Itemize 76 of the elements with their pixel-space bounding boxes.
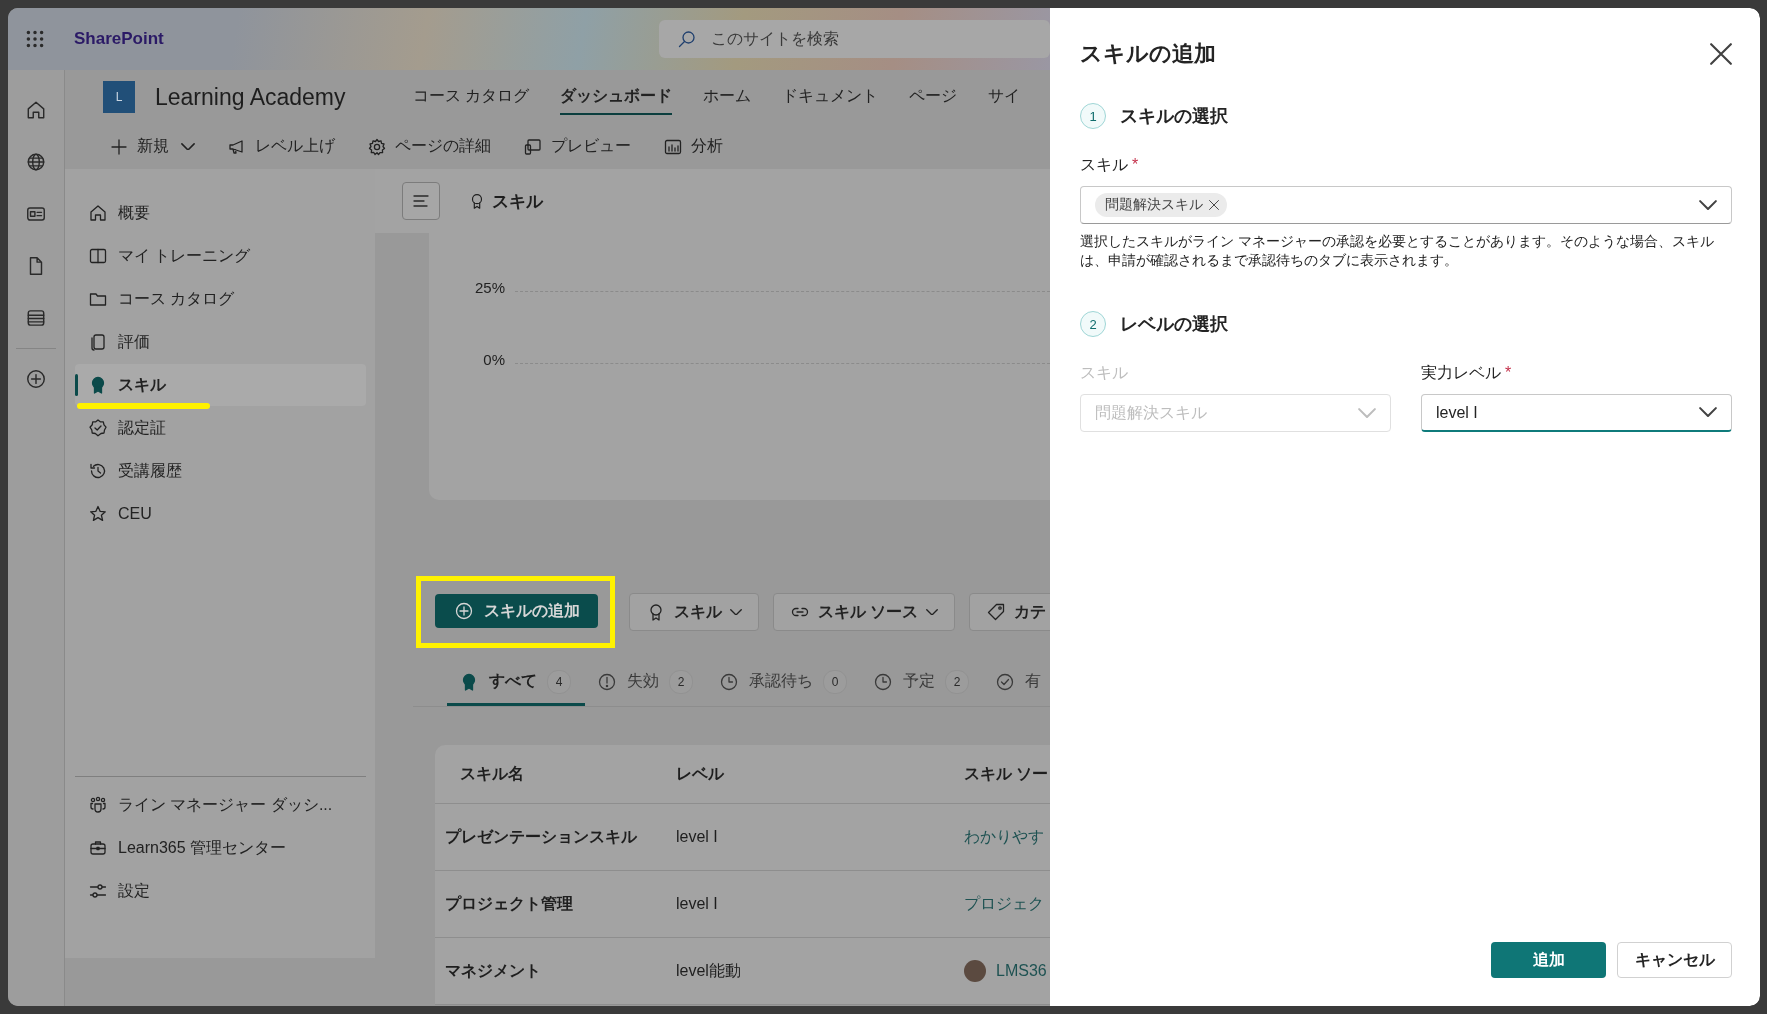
column-header[interactable]: スキル名: [435, 763, 676, 785]
filter-button[interactable]: カテ: [969, 593, 1050, 631]
tab-label: 失効: [627, 671, 659, 691]
step-title: レベルの選択: [1120, 313, 1228, 336]
nav-item[interactable]: 評価: [75, 321, 366, 363]
column-header[interactable]: レベル: [676, 763, 964, 785]
nav-item[interactable]: CEU: [75, 493, 366, 535]
count-badge: 2: [669, 669, 693, 694]
axis-label: 0%: [482, 351, 505, 368]
tab-label: 予定: [903, 671, 935, 691]
step-number: 1: [1080, 103, 1106, 129]
count-badge: 2: [945, 669, 969, 694]
step-title: スキルの選択: [1120, 105, 1228, 128]
command-button[interactable]: レベル上げ: [227, 136, 335, 157]
site-nav-link[interactable]: ホーム: [702, 79, 751, 115]
filter-button[interactable]: スキル ソース: [773, 593, 956, 631]
tab[interactable]: すべて 4: [447, 660, 585, 706]
nav-item[interactable]: 認定証: [75, 407, 366, 449]
table-cell-text: level能動: [676, 960, 742, 981]
nav-item[interactable]: マイ トレーニング: [75, 235, 366, 277]
site-nav-link[interactable]: ドキュメント: [781, 79, 878, 115]
command-button[interactable]: プレビュー: [523, 136, 631, 157]
required-mark: *: [1132, 156, 1139, 173]
search-placeholder: このサイトを検索: [710, 28, 839, 49]
nav-item[interactable]: Learn365 管理センター: [75, 827, 366, 869]
count-badge: 4: [547, 669, 571, 694]
site-nav-link[interactable]: ページ: [908, 79, 957, 115]
nav-item[interactable]: 設定: [75, 870, 366, 912]
filter-button[interactable]: スキル: [629, 593, 759, 631]
step-number: 2: [1080, 311, 1106, 337]
field-label: 実力レベル: [1421, 364, 1501, 381]
tab-label: 承認待ち: [749, 671, 813, 691]
nav-item[interactable]: 概要: [75, 192, 366, 234]
source-link[interactable]: わかりやす: [964, 826, 1044, 848]
table-cell-text: level I: [676, 895, 719, 913]
command-button[interactable]: ページの詳細: [367, 136, 491, 157]
page-title: スキル: [492, 190, 543, 213]
field-label: スキル: [1080, 156, 1128, 173]
site-nav-link[interactable]: ダッシュボード: [559, 79, 672, 115]
nav-item[interactable]: スキル: [75, 364, 366, 406]
add-button[interactable]: 追加: [1491, 942, 1606, 978]
brand-name[interactable]: SharePoint: [74, 29, 164, 49]
command-button[interactable]: 新規: [109, 136, 195, 157]
skill-tag: 問題解決スキル: [1095, 193, 1227, 217]
table-cell-text: マネジメント: [444, 960, 542, 981]
site-nav-link[interactable]: サイ: [987, 79, 1020, 115]
cancel-button[interactable]: キャンセル: [1617, 942, 1732, 978]
dropdown-field[interactable]: level I: [1421, 394, 1732, 432]
panel-title: スキルの追加: [1080, 40, 1216, 68]
nav-item[interactable]: コース カタログ: [75, 278, 366, 320]
source-link[interactable]: LMS36: [996, 962, 1047, 980]
count-badge: 0: [823, 669, 847, 694]
tab[interactable]: 有: [983, 660, 1050, 706]
nav-item[interactable]: ライン マネージャー ダッシ...: [75, 784, 366, 826]
table-cell-text: level I: [676, 828, 719, 846]
field-label: スキル: [1080, 364, 1128, 381]
add-skill-button[interactable]: スキルの追加: [435, 594, 598, 628]
search-field[interactable]: このサイトを検索: [658, 20, 1050, 58]
site-nav-link[interactable]: コース カタログ: [412, 79, 529, 115]
nav-item[interactable]: 受講履歴: [75, 450, 366, 492]
tab[interactable]: 予定 2: [861, 660, 983, 706]
column-header[interactable]: スキル ソー: [964, 763, 1050, 785]
table-cell-text: プロジェクト管理: [444, 893, 574, 914]
help-text: 選択したスキルがライン マネージャーの承認を必要とすることがあります。そのような場合、スキルは、申請が確認されるまで承認待ちのタブに表示されます。: [1080, 232, 1715, 270]
axis-label: 25%: [473, 279, 505, 296]
site-logo: L: [103, 81, 135, 113]
command-button[interactable]: 分析: [663, 136, 723, 157]
tab[interactable]: 承認待ち 0: [707, 660, 861, 706]
required-mark: *: [1505, 364, 1512, 381]
site-title[interactable]: Learning Academy: [155, 83, 346, 111]
tab-label: 有: [1025, 671, 1041, 691]
table-cell-text: プレゼンテーションスキル: [444, 826, 638, 847]
source-link[interactable]: プロジェク: [964, 893, 1044, 915]
tab[interactable]: 失効 2: [585, 660, 707, 706]
skill-select[interactable]: 問題解決スキル: [1080, 186, 1732, 224]
tab-label: すべて: [489, 671, 537, 691]
